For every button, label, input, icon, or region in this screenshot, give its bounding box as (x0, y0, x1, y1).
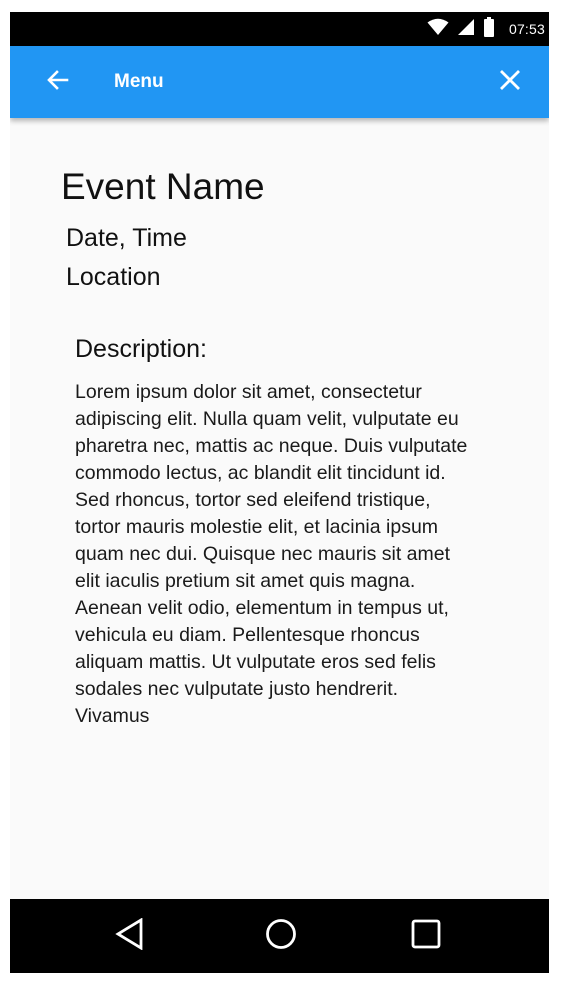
event-location: Location (66, 263, 161, 291)
close-icon (499, 69, 521, 96)
close-button[interactable] (491, 63, 529, 101)
nav-back-button[interactable] (107, 913, 153, 959)
app-bar-title: Menu (114, 71, 164, 92)
event-name: Event Name (61, 166, 265, 207)
app-bar: Menu (10, 46, 549, 118)
nav-recents-button[interactable] (403, 913, 449, 959)
navigation-bar (10, 899, 549, 973)
back-triangle-icon (115, 917, 145, 955)
status-time: 07:53 (508, 21, 545, 37)
recents-square-icon (411, 919, 441, 954)
description-text: Lorem ipsum dolor sit amet, consectetur … (75, 381, 468, 727)
home-circle-icon (265, 918, 297, 955)
arrow-back-icon (46, 68, 70, 97)
nav-home-button[interactable] (258, 913, 304, 959)
back-button[interactable] (40, 64, 76, 100)
event-date-time: Date, Time (66, 224, 187, 252)
status-icons: 07:53 (427, 12, 545, 46)
status-bar: 07:53 (10, 12, 549, 46)
battery-icon (483, 16, 495, 42)
wifi-icon (427, 18, 449, 41)
event-details: Event Name Date, Time Location Descripti… (10, 118, 549, 899)
description-label: Description: (75, 335, 207, 363)
signal-icon (457, 18, 475, 41)
phone-screen: 07:53 Menu Event Name Date, Time Locatio… (10, 12, 549, 973)
